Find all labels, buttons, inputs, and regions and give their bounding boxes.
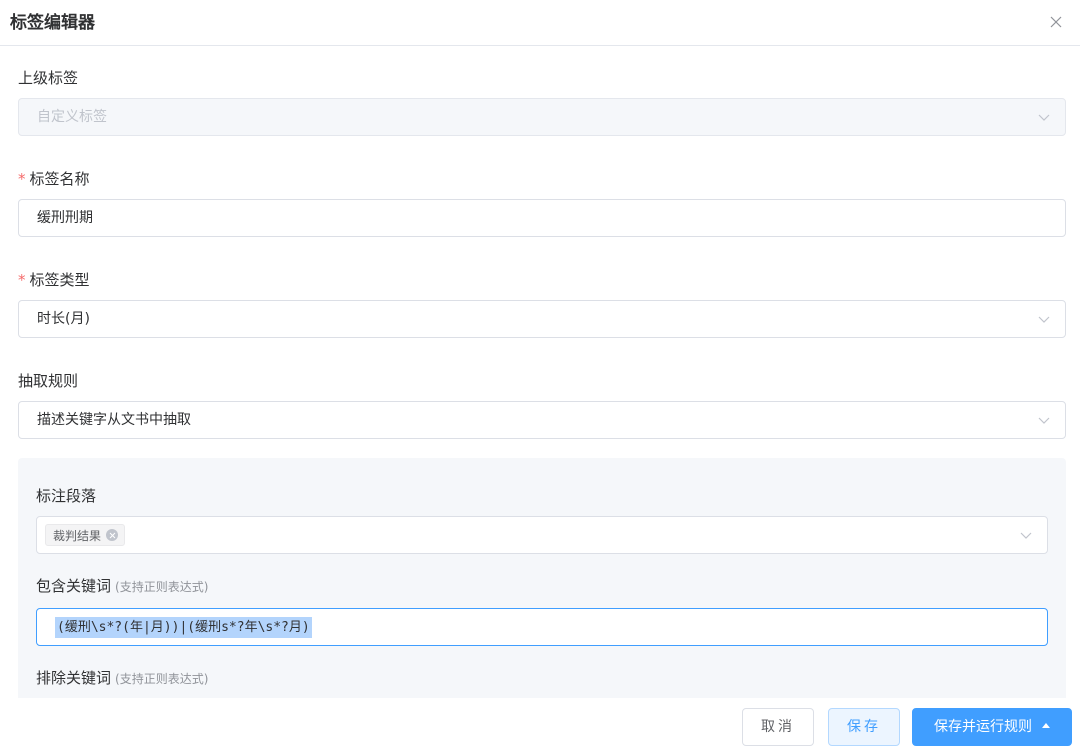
chevron-down-icon bbox=[1038, 114, 1050, 121]
exclude-keywords-hint: (支持正则表达式) bbox=[115, 672, 209, 686]
paragraph-select[interactable]: 裁判结果 bbox=[36, 516, 1048, 554]
tag-name-label: * 标签名称 bbox=[18, 170, 90, 188]
parent-tag-select[interactable]: 自定义标签 bbox=[18, 98, 1066, 136]
save-and-run-label: 保存并运行规则 bbox=[934, 719, 1032, 735]
tag-type-select[interactable]: 时长(月) bbox=[18, 300, 1066, 338]
tag-type-value: 时长(月) bbox=[37, 311, 90, 327]
chevron-down-icon bbox=[1038, 417, 1050, 424]
include-keywords-hint: (支持正则表达式) bbox=[115, 580, 209, 594]
paragraph-tag-label: 裁判结果 bbox=[53, 528, 102, 543]
paragraph-label: 标注段落 bbox=[36, 487, 97, 505]
chevron-down-icon bbox=[1038, 316, 1050, 323]
include-keywords-input[interactable]: (缓刑\s*?(年|月))|(缓刑s*?年\s*?月) bbox=[36, 608, 1048, 646]
parent-tag-value: 自定义标签 bbox=[37, 109, 107, 125]
save-and-run-button[interactable]: 保存并运行规则 bbox=[912, 708, 1072, 746]
parent-tag-label: 上级标签 bbox=[18, 69, 79, 87]
extract-rule-label: 抽取规则 bbox=[18, 372, 79, 390]
required-mark: * bbox=[18, 271, 26, 289]
close-icon bbox=[1050, 16, 1062, 28]
tag-editor-dialog: 标签编辑器 上级标签 自定义标签 * 标签名称 缓刑刑期 * 标签类型 时长(月) bbox=[0, 0, 1080, 754]
tag-name-input[interactable]: 缓刑刑期 bbox=[18, 199, 1066, 237]
tag-name-value: 缓刑刑期 bbox=[37, 210, 93, 226]
include-keywords-value: (缓刑\s*?(年|月))|(缓刑s*?年\s*?月) bbox=[55, 617, 312, 638]
dialog-footer: 取消 保存 保存并运行规则 bbox=[0, 698, 1080, 754]
dialog-title: 标签编辑器 bbox=[10, 13, 95, 33]
paragraph-tag: 裁判结果 bbox=[45, 524, 126, 546]
extract-rule-value: 描述关键字从文书中抽取 bbox=[37, 412, 191, 428]
close-button[interactable] bbox=[1046, 12, 1066, 32]
extract-rule-select[interactable]: 描述关键字从文书中抽取 bbox=[18, 401, 1066, 439]
save-button[interactable]: 保存 bbox=[828, 708, 900, 746]
exclude-keywords-label: 排除关键词 (支持正则表达式) bbox=[36, 669, 209, 687]
caret-up-icon bbox=[1042, 722, 1050, 728]
tag-close-icon[interactable] bbox=[106, 529, 119, 541]
tag-type-label: * 标签类型 bbox=[18, 271, 90, 289]
rule-config-panel: 标注段落 裁判结果 包含关键词 (支持正则表达式) (缓刑\s*?(年|月))|(… bbox=[18, 458, 1066, 698]
dialog-header: 标签编辑器 bbox=[0, 0, 1080, 46]
chevron-down-icon bbox=[1020, 532, 1032, 539]
cancel-button[interactable]: 取消 bbox=[742, 708, 814, 746]
required-mark: * bbox=[18, 170, 26, 188]
include-keywords-label: 包含关键词 (支持正则表达式) bbox=[36, 577, 209, 595]
